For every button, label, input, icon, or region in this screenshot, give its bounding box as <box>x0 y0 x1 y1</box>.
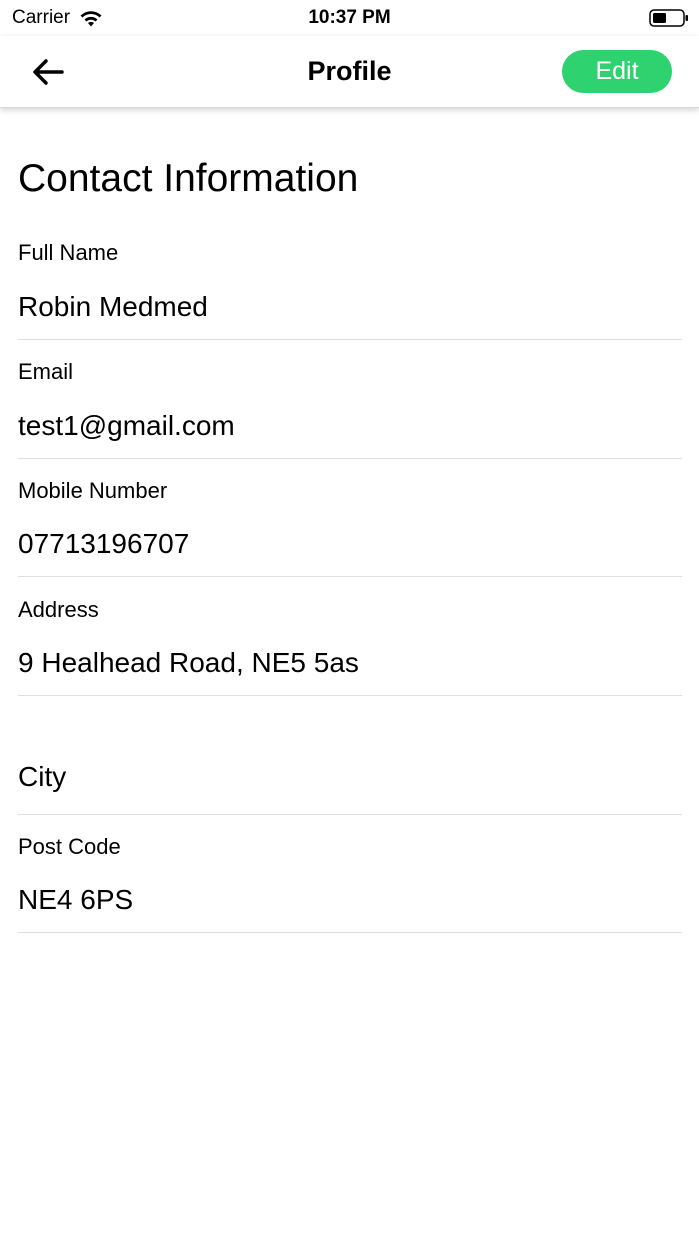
field-label: Post Code <box>18 834 121 859</box>
field-value: City <box>18 761 67 792</box>
nav-bar: Profile Edit <box>0 36 699 108</box>
field-address: Address 9 Healhead Road, NE5 5as <box>18 597 682 696</box>
field-value: test1@gmail.com <box>18 410 235 441</box>
divider <box>18 576 682 577</box>
divider <box>18 814 682 815</box>
field-email: Email test1@gmail.com <box>18 359 682 459</box>
field-value: 07713196707 <box>18 528 190 559</box>
field-value: NE4 6PS <box>18 884 134 915</box>
field-label: Mobile Number <box>18 478 168 503</box>
divider <box>18 458 682 459</box>
field-value: Robin Medmed <box>18 291 208 322</box>
status-time: 10:37 PM <box>308 7 391 28</box>
field-city: City <box>18 715 682 815</box>
field-label: Address <box>18 597 99 622</box>
field-label: Email <box>18 359 74 384</box>
profile-screen: Carrier 10:37 PM Profile Edit Contact In… <box>0 0 699 1242</box>
field-mobile-number: Mobile Number 07713196707 <box>18 478 682 577</box>
field-full-name: Full Name Robin Medmed <box>18 240 682 340</box>
field-label: Full Name <box>18 240 119 265</box>
field-value: 9 Healhead Road, NE5 5as <box>18 647 359 678</box>
section-title: Contact Information <box>18 157 359 200</box>
status-bar: Carrier 10:37 PM <box>0 0 699 36</box>
divider <box>18 695 682 696</box>
battery-icon <box>649 9 688 27</box>
edit-button[interactable]: Edit <box>562 50 672 93</box>
divider <box>18 932 682 933</box>
divider <box>18 339 682 340</box>
field-post-code: Post Code NE4 6PS <box>18 834 682 933</box>
